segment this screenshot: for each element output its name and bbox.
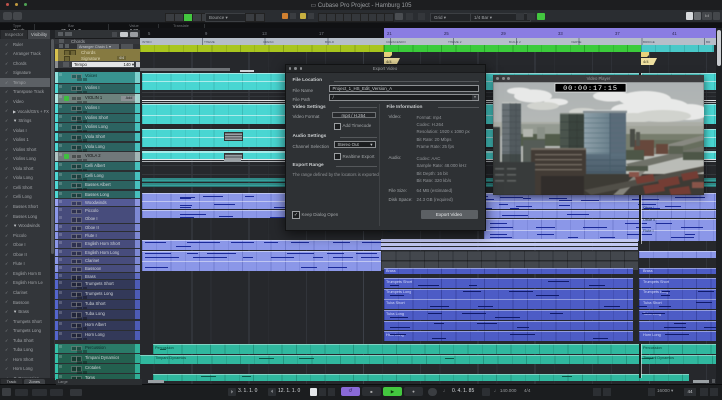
svg-text:00:00:17:15: 00:00:17:15 bbox=[563, 85, 618, 93]
